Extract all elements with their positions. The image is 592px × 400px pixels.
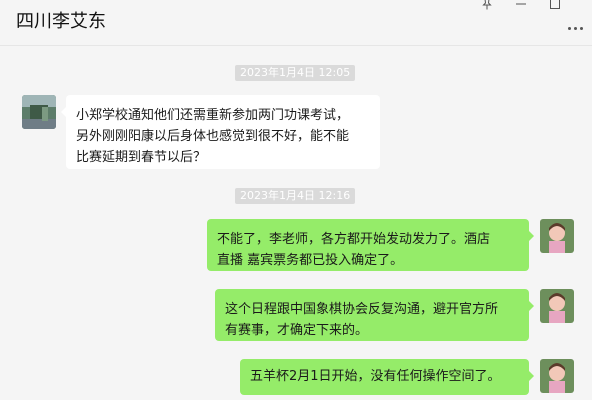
message-bubble[interactable]: 五羊杯2月1日开始，没有任何操作空间了。 <box>240 359 534 395</box>
own-avatar[interactable] <box>540 219 574 253</box>
message-bubble[interactable]: 这个日程跟中国象棋协会反复沟通，避开官方所 有赛事，才确定下来的。 <box>215 289 534 341</box>
message-line: 五羊杯2月1日开始，没有任何操作空间了。 <box>250 369 501 384</box>
message-line: 另外刚刚阳康以后身体也感觉到很不好，能不能 <box>76 129 350 144</box>
message-line: 比赛延期到春节以后？ <box>76 150 207 165</box>
chat-title: 四川李艾东 <box>16 11 106 32</box>
contact-avatar[interactable] <box>22 95 56 129</box>
maximize-icon[interactable] <box>544 0 566 12</box>
more-icon[interactable] <box>568 22 586 34</box>
message-line: 小郑学校通知他们还需重新参加两门功课考试， <box>76 108 350 123</box>
message-bubble[interactable]: 小郑学校通知他们还需重新参加两门功课考试， 另外刚刚阳康以后身体也感觉到很不好，… <box>61 95 380 169</box>
message-line: 有赛事，才确定下来的。 <box>225 323 369 338</box>
message-line: 直播 嘉宾票务都已投入确定了。 <box>217 253 404 268</box>
message-line: 不能了，李老师，各方都开始发动发力了。酒店 <box>217 232 491 247</box>
chat-header: 四川李艾东 <box>0 0 592 46</box>
timestamp: 2023年1月4日 12:05 <box>235 65 356 81</box>
message-bubble[interactable]: 不能了，李老师，各方都开始发动发力了。酒店 直播 嘉宾票务都已投入确定了。 <box>207 219 534 271</box>
own-avatar[interactable] <box>540 289 574 323</box>
own-avatar[interactable] <box>540 359 574 393</box>
message-line: 这个日程跟中国象棋协会反复沟通，避开官方所 <box>225 302 499 317</box>
timestamp: 2023年1月4日 12:16 <box>235 188 356 204</box>
minimize-icon[interactable] <box>510 0 532 12</box>
pin-icon[interactable] <box>476 0 498 12</box>
